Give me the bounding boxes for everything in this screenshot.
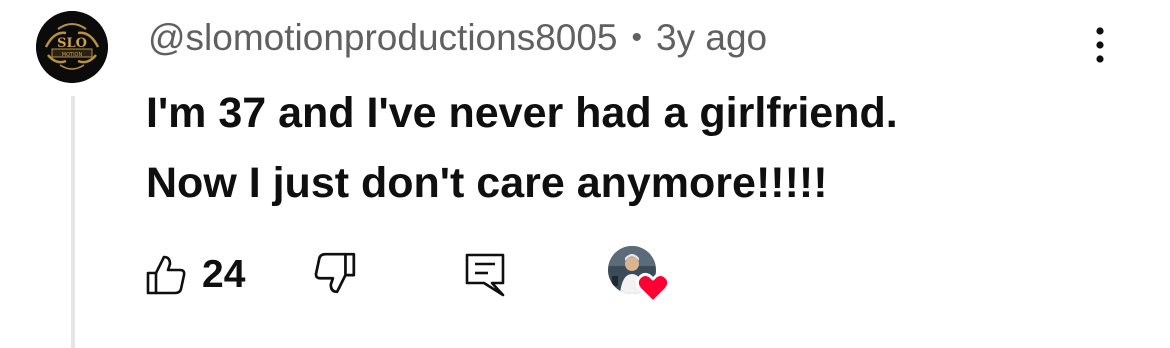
channel-avatar[interactable]: SLO MOTION: [36, 11, 108, 83]
comment-text-line-1: I'm 37 and I've never had a girlfriend.: [146, 89, 898, 137]
comment-header: @slomotionproductions8005 • 3y ago: [148, 14, 767, 62]
header-separator: •: [631, 21, 643, 54]
reply-thread-line: [71, 96, 75, 348]
more-vertical-icon: [1096, 27, 1104, 63]
creator-heart: [608, 246, 672, 306]
comment-age: 3y ago: [656, 17, 768, 58]
thumbs-up-icon: [146, 255, 186, 295]
like-count: 24: [202, 253, 246, 296]
logo-subtext: MOTION: [62, 52, 83, 58]
logo-text: SLO: [57, 36, 87, 51]
like-button[interactable]: 24: [144, 250, 245, 300]
reply-button[interactable]: [462, 250, 508, 300]
dislike-button[interactable]: [312, 250, 362, 300]
comment-body: I'm 37 and I've never had a girlfriend. …: [146, 78, 1046, 218]
reply-comment-icon: [465, 253, 505, 297]
comment-text-line-2: Now I just don't care anymore!!!!!: [146, 159, 828, 207]
comment-author[interactable]: @slomotionproductions8005: [148, 17, 618, 59]
more-options-button[interactable]: [1078, 20, 1122, 70]
thumbs-down-icon: [314, 252, 356, 294]
creator-heart-icon: [636, 272, 670, 304]
channel-logo-icon: SLO MOTION: [36, 11, 108, 83]
